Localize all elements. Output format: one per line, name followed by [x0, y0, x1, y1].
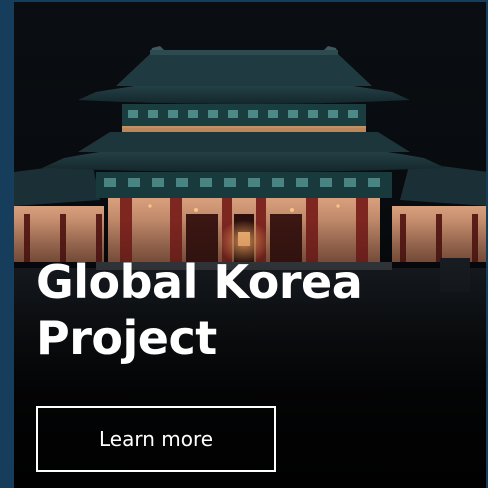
card-title-line-1: Global Korea	[36, 255, 363, 309]
card-title-line-2: Project	[36, 311, 217, 365]
card-title: Global Korea Project	[36, 254, 456, 366]
learn-more-button[interactable]: Learn more	[36, 406, 276, 472]
learn-more-label: Learn more	[98, 427, 214, 451]
promo-card[interactable]: Global Korea Project Learn more	[0, 0, 488, 488]
